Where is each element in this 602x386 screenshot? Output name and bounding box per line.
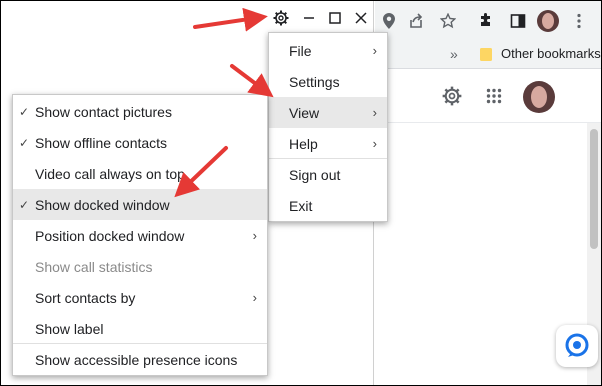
bookmarks-bar: » Other bookmarks bbox=[375, 41, 601, 69]
menu-item-label: Exit bbox=[289, 197, 313, 214]
menu-item-label: Show call statistics bbox=[35, 258, 153, 275]
bookmark-star-icon[interactable] bbox=[437, 11, 459, 31]
menu-item-label: Show docked window bbox=[35, 196, 170, 213]
view-item-video-call-always-on-top[interactable]: Video call always on top bbox=[13, 158, 267, 189]
view-item-show-contact-pictures[interactable]: ✓ Show contact pictures bbox=[13, 96, 267, 127]
menu-item-label: Show offline contacts bbox=[35, 134, 168, 151]
menu-item-help[interactable]: Help › bbox=[269, 128, 387, 159]
settings-gear-icon[interactable] bbox=[270, 7, 292, 29]
location-pin-icon[interactable] bbox=[379, 11, 399, 31]
menu-item-label: Sort contacts by bbox=[35, 289, 136, 306]
chat-assistant-button[interactable] bbox=[556, 325, 598, 367]
side-panel-icon[interactable] bbox=[507, 11, 529, 31]
menu-item-label: File bbox=[289, 42, 312, 59]
chevron-right-icon: › bbox=[252, 290, 257, 305]
browser-window: » Other bookmarks bbox=[375, 1, 601, 385]
view-item-sort-contacts-by[interactable]: Sort contacts by › bbox=[13, 282, 267, 313]
chevron-right-icon: › bbox=[252, 228, 257, 243]
menu-item-settings[interactable]: Settings bbox=[269, 66, 387, 97]
chevron-right-icon: › bbox=[372, 43, 377, 58]
menu-item-label: Show contact pictures bbox=[35, 103, 172, 120]
page-settings-gear-icon[interactable] bbox=[441, 85, 463, 107]
page-header bbox=[375, 69, 601, 123]
menu-item-label: Help bbox=[289, 135, 318, 152]
chevron-right-icon: › bbox=[372, 136, 377, 151]
menu-item-label: Sign out bbox=[289, 166, 341, 183]
menu-item-exit[interactable]: Exit bbox=[269, 190, 387, 221]
menu-item-label: Settings bbox=[289, 73, 340, 90]
minimize-icon[interactable] bbox=[298, 7, 320, 29]
view-submenu: ✓ Show contact pictures ✓ Show offline c… bbox=[12, 94, 268, 376]
browser-toolbar bbox=[375, 1, 601, 41]
menu-item-label: Show accessible presence icons bbox=[35, 351, 238, 368]
checkmark-icon: ✓ bbox=[19, 104, 30, 119]
apps-grid-icon[interactable] bbox=[483, 85, 505, 107]
menu-item-label: Show label bbox=[35, 320, 104, 337]
close-icon[interactable] bbox=[350, 7, 372, 29]
view-item-show-label[interactable]: Show label bbox=[13, 313, 267, 344]
other-bookmarks-link[interactable]: Other bookmarks bbox=[501, 46, 601, 61]
folder-icon bbox=[479, 47, 493, 61]
more-menu-icon[interactable] bbox=[571, 11, 587, 31]
maximize-icon[interactable] bbox=[324, 7, 346, 29]
view-item-show-accessible-presence-icons[interactable]: Show accessible presence icons bbox=[13, 344, 267, 375]
checkmark-icon: ✓ bbox=[19, 135, 30, 150]
view-item-show-docked-window[interactable]: ✓ Show docked window bbox=[13, 189, 267, 220]
extensions-puzzle-icon[interactable] bbox=[475, 11, 497, 31]
main-menu: File › Settings View › Help › Sign out E… bbox=[268, 32, 388, 222]
chevron-right-icon: › bbox=[372, 105, 377, 120]
scrollbar-thumb[interactable] bbox=[590, 129, 598, 249]
profile-avatar[interactable] bbox=[537, 10, 559, 32]
view-item-show-offline-contacts[interactable]: ✓ Show offline contacts bbox=[13, 127, 267, 158]
menu-item-label: Position docked window bbox=[35, 227, 185, 244]
bookmarks-overflow-button[interactable]: » bbox=[450, 46, 458, 62]
menu-item-sign-out[interactable]: Sign out bbox=[269, 159, 387, 190]
share-icon[interactable] bbox=[405, 11, 427, 31]
menu-item-file[interactable]: File › bbox=[269, 35, 387, 66]
menu-item-label: View bbox=[289, 104, 320, 121]
account-avatar[interactable] bbox=[523, 81, 555, 113]
view-item-show-call-statistics: Show call statistics bbox=[13, 251, 267, 282]
view-item-position-docked-window[interactable]: Position docked window › bbox=[13, 220, 267, 251]
checkmark-icon: ✓ bbox=[19, 197, 30, 212]
menu-item-label: Video call always on top bbox=[35, 165, 185, 182]
menu-item-view[interactable]: View › bbox=[269, 97, 387, 128]
